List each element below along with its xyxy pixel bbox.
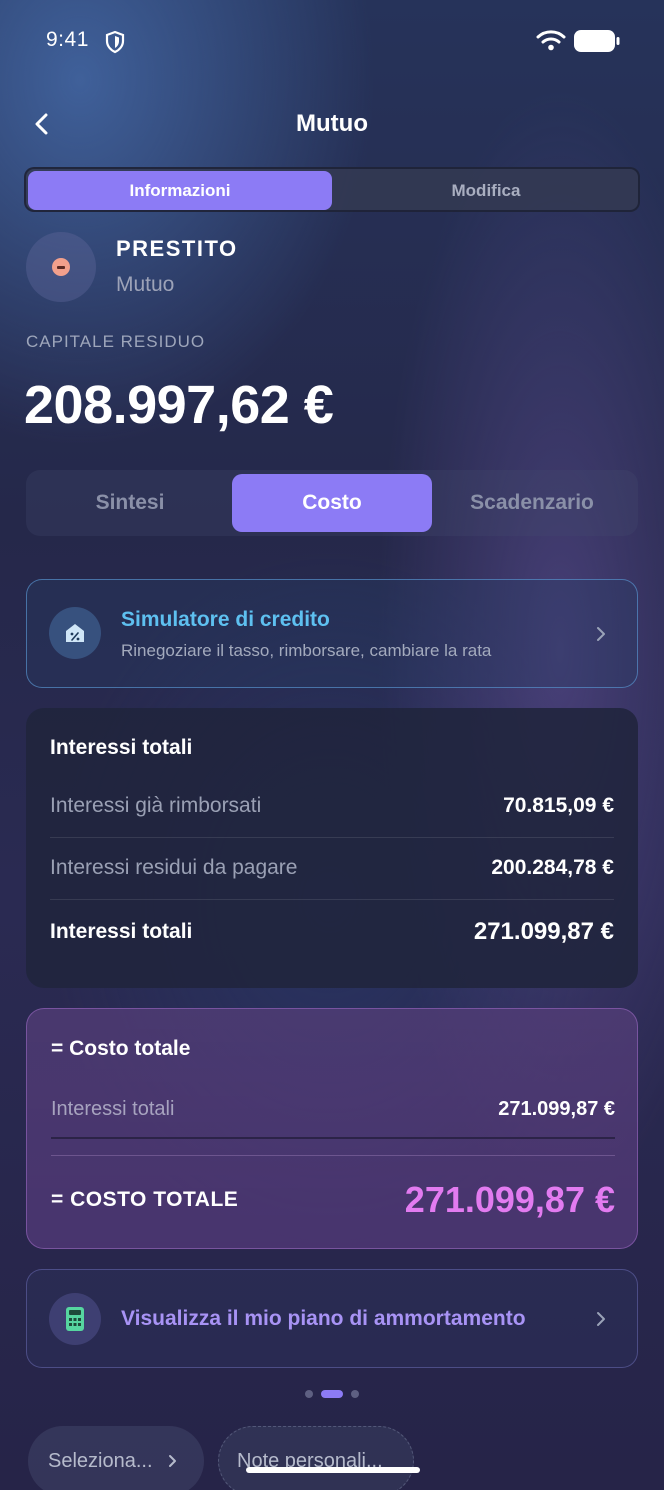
interest-row-paid: Interessi già rimborsati 70.815,09 € <box>50 775 614 837</box>
row-value: 271.099,87 € <box>473 918 614 945</box>
select-label: Seleziona... <box>48 1449 153 1472</box>
calculator-icon <box>49 1293 101 1345</box>
cost-total-label: = COSTO TOTALE <box>51 1188 239 1211</box>
page-dot-active[interactable] <box>321 1390 343 1398</box>
chevron-right-icon <box>597 1312 605 1326</box>
row-label: Interessi totali <box>50 920 193 943</box>
account-type: PRESTITO <box>116 236 238 261</box>
select-button[interactable]: Seleziona... <box>28 1426 204 1490</box>
simulator-title: Simulatore di credito <box>121 608 330 631</box>
amortization-label: Visualizza il mio piano di ammortamento <box>121 1307 526 1330</box>
interest-summary-card: Interessi totali Interessi già rimborsat… <box>26 708 638 988</box>
row-value: 271.099,87 € <box>498 1097 615 1120</box>
page-dot[interactable] <box>305 1390 313 1398</box>
cost-card-title: = Costo totale <box>51 1037 191 1060</box>
page-dot[interactable] <box>351 1390 359 1398</box>
cost-total-row: = COSTO TOTALE 271.099,87 € <box>51 1175 615 1225</box>
shield-icon <box>105 30 125 54</box>
tab-sintesi[interactable]: Sintesi <box>30 474 230 532</box>
status-time: 9:41 <box>46 28 89 51</box>
divider <box>51 1155 615 1156</box>
page-title: Mutuo <box>296 110 368 137</box>
house-percent-icon <box>49 607 101 659</box>
total-cost-card: = Costo totale Interessi totali 271.099,… <box>26 1008 638 1249</box>
wifi-icon <box>536 30 566 51</box>
home-indicator <box>246 1467 420 1473</box>
account-name: Mutuo <box>116 273 175 296</box>
minus-circle-icon <box>52 258 70 276</box>
page-indicator <box>0 1390 664 1398</box>
row-label: Interessi totali <box>51 1097 175 1120</box>
capital-value: 208.997,62 € <box>24 375 334 435</box>
back-chevron-icon[interactable] <box>28 110 56 138</box>
interest-row-remaining: Interessi residui da pagare 200.284,78 € <box>50 837 614 899</box>
interest-card-title: Interessi totali <box>50 736 193 759</box>
interest-row-total: Interessi totali 271.099,87 € <box>50 901 614 963</box>
personal-notes-input[interactable]: Note personali... <box>218 1426 414 1490</box>
capital-label: CAPITALE RESIDUO <box>26 332 206 351</box>
account-avatar <box>26 232 96 302</box>
amortization-plan-button[interactable]: Visualizza il mio piano di ammortamento <box>26 1269 638 1368</box>
chevron-right-icon <box>168 1455 176 1467</box>
cost-row-interests: Interessi totali 271.099,87 € <box>51 1089 615 1129</box>
row-value: 70.815,09 € <box>503 794 614 817</box>
tab-informazioni[interactable]: Informazioni <box>28 171 332 210</box>
tab-costo[interactable]: Costo <box>232 474 432 532</box>
row-value: 200.284,78 € <box>491 856 614 879</box>
simulator-subtitle: Rinegoziare il tasso, rimborsare, cambia… <box>121 641 492 660</box>
chevron-right-icon <box>597 627 605 641</box>
info-edit-toggle: Informazioni Modifica <box>24 167 640 212</box>
battery-icon <box>574 30 620 52</box>
divider <box>50 899 614 900</box>
section-tabs: Sintesi Costo Scadenzario <box>26 470 638 536</box>
row-label: Interessi già rimborsati <box>50 794 262 817</box>
row-label: Interessi residui da pagare <box>50 856 298 879</box>
divider <box>51 1137 615 1139</box>
tab-scadenzario[interactable]: Scadenzario <box>432 474 632 532</box>
tab-modifica[interactable]: Modifica <box>334 171 638 210</box>
credit-simulator-card[interactable]: Simulatore di credito Rinegoziare il tas… <box>26 579 638 688</box>
cost-total-value: 271.099,87 € <box>404 1179 615 1220</box>
